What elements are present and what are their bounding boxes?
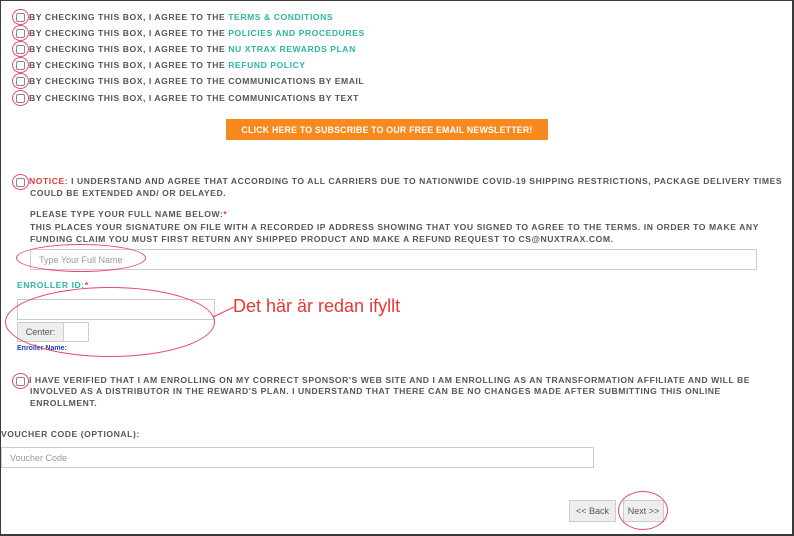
agreement-text: BY CHECKING THIS BOX, I AGREE TO THE [29, 60, 229, 70]
full-name-placeholder: Type Your Full Name [39, 254, 123, 265]
communications-email-checkbox[interactable] [16, 76, 25, 86]
notice-label: NOTICE: [29, 176, 69, 187]
next-button[interactable]: Next >> [623, 500, 664, 522]
verify-text-line2: INVOLVED AS A DISTRIBUTOR IN THE REWARD'… [30, 386, 721, 396]
voucher-code-placeholder: Voucher Code [10, 452, 68, 463]
verify-text-line3: ENROLLMENT. [30, 398, 98, 408]
agreement-rewards-row[interactable]: BY CHECKING THIS BOX, I AGREE TO THE NU … [16, 42, 356, 56]
terms-conditions-link[interactable]: TERMS & CONDITIONS [228, 12, 333, 22]
center-input[interactable] [63, 322, 89, 342]
notice-text: I UNDERSTAND AND AGREE THAT ACCORDING TO… [68, 176, 783, 187]
refund-policy-checkbox[interactable] [16, 60, 25, 70]
signature-info-line2: FUNDING CLAIM YOU MUST FIRST RETURN ANY … [30, 234, 614, 244]
agreement-text: BY CHECKING THIS BOX, I AGREE TO THE COM… [29, 76, 365, 86]
full-name-label: PLEASE TYPE YOUR FULL NAME BELOW: [30, 209, 224, 219]
agreement-text: BY CHECKING THIS BOX, I AGREE TO THE [29, 12, 229, 22]
notice-row[interactable]: NOTICE: I UNDERSTAND AND AGREE THAT ACCO… [16, 175, 782, 189]
terms-checkbox[interactable] [16, 12, 25, 22]
policies-checkbox[interactable] [16, 28, 25, 38]
agreement-text-row[interactable]: BY CHECKING THIS BOX, I AGREE TO THE COM… [16, 91, 359, 105]
agreement-text: BY CHECKING THIS BOX, I AGREE TO THE [29, 28, 229, 38]
required-asterisk: * [223, 209, 228, 219]
enroller-name-label: Enroller Name: [17, 345, 67, 352]
agreement-text: BY CHECKING THIS BOX, I AGREE TO THE COM… [29, 93, 359, 103]
signature-info-line1: THIS PLACES YOUR SIGNATURE ON FILE WITH … [30, 222, 759, 232]
agreement-text: BY CHECKING THIS BOX, I AGREE TO THE [29, 44, 229, 54]
rewards-plan-checkbox[interactable] [16, 44, 25, 54]
enroller-id-label: ENROLLER ID: [17, 280, 85, 290]
center-label: Center: [17, 322, 64, 342]
voucher-code-input[interactable]: Voucher Code [1, 447, 594, 468]
full-name-input[interactable]: Type Your Full Name [30, 249, 757, 270]
agreement-refund-row[interactable]: BY CHECKING THIS BOX, I AGREE TO THE REF… [16, 58, 306, 72]
voucher-code-label: VOUCHER CODE (OPTIONAL): [1, 429, 140, 439]
annotation-text: Det här är redan ifyllt [233, 296, 401, 316]
notice-checkbox[interactable] [16, 177, 25, 187]
required-asterisk: * [84, 280, 89, 290]
rewards-plan-link[interactable]: NU XTRAX REWARDS PLAN [228, 44, 356, 54]
communications-text-checkbox[interactable] [16, 93, 25, 103]
enroller-id-label-row: ENROLLER ID:* [17, 280, 89, 290]
policies-procedures-link[interactable]: POLICIES AND PROCEDURES [228, 28, 364, 38]
agreement-policies-row[interactable]: BY CHECKING THIS BOX, I AGREE TO THE POL… [16, 26, 365, 40]
agreement-terms-row[interactable]: BY CHECKING THIS BOX, I AGREE TO THE TER… [16, 10, 333, 24]
refund-policy-link[interactable]: REFUND POLICY [228, 60, 305, 70]
enroller-id-input[interactable] [17, 299, 215, 320]
full-name-label-row: PLEASE TYPE YOUR FULL NAME BELOW:* [30, 209, 227, 221]
notice-text-continued: COULD BE EXTENDED AND/ OR DELAYED. [30, 188, 227, 198]
back-button[interactable]: << Back [569, 500, 616, 522]
verify-sponsor-checkbox[interactable] [16, 376, 25, 386]
subscribe-newsletter-button[interactable]: CLICK HERE TO SUBSCRIBE TO OUR FREE EMAI… [226, 119, 548, 140]
agreement-email-row[interactable]: BY CHECKING THIS BOX, I AGREE TO THE COM… [16, 74, 364, 88]
